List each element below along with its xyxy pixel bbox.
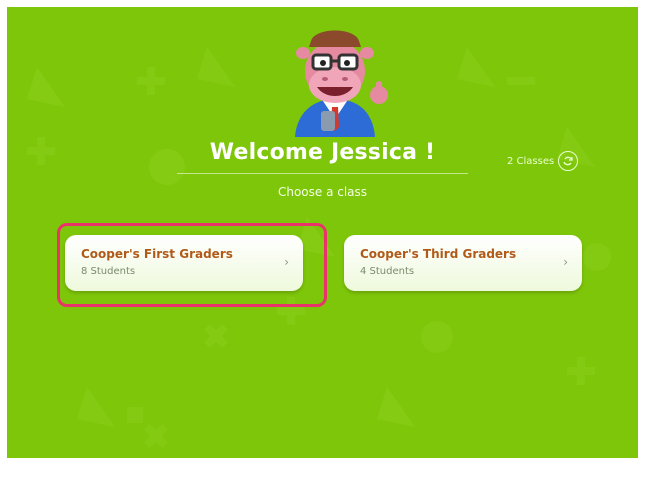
app-screen: Welcome Jessica ! 2 Classes Choose a cla…: [7, 7, 638, 458]
classes-count-group: 2 Classes: [507, 150, 579, 172]
refresh-glyph: [563, 156, 573, 166]
choose-class-label: Choose a class: [277, 185, 368, 199]
divider: [177, 173, 468, 174]
classes-count: 2 Classes: [507, 155, 555, 167]
chevron-right-icon: ›: [563, 255, 568, 269]
refresh-icon[interactable]: [558, 151, 579, 171]
hippo-mascot: [295, 30, 388, 137]
student-count: 4 Students: [360, 266, 415, 277]
class-name: Cooper's Third Graders: [360, 247, 517, 261]
selection-highlight: [57, 223, 327, 307]
class-card-third-graders[interactable]: Cooper's Third Graders 4 Students ›: [344, 235, 582, 291]
